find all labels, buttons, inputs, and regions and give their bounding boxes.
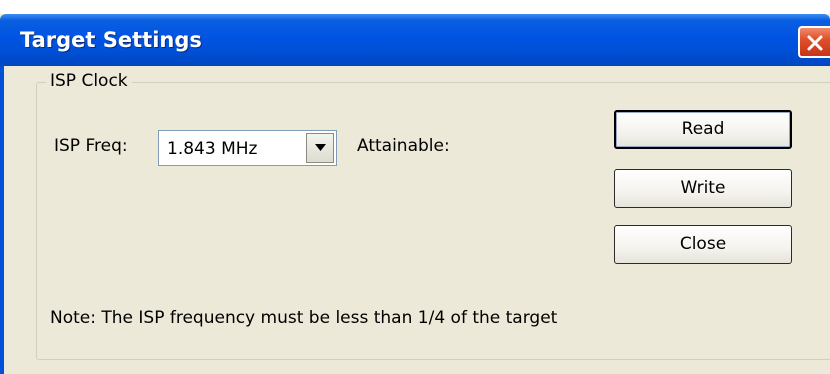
title-bar[interactable]: Target Settings <box>0 14 830 66</box>
close-icon <box>807 35 823 51</box>
window-title: Target Settings <box>20 28 202 52</box>
background-window-strip <box>0 0 830 14</box>
chevron-down-icon <box>315 144 326 151</box>
isp-freq-dropdown[interactable]: 1.843 MHz <box>158 130 337 166</box>
write-button[interactable]: Write <box>614 169 792 208</box>
dropdown-arrow-button[interactable] <box>306 133 334 163</box>
isp-frequency-note: Note: The ISP frequency must be less tha… <box>50 308 558 328</box>
isp-freq-label: ISP Freq: <box>54 136 128 156</box>
isp-freq-value: 1.843 MHz <box>167 139 258 159</box>
window-frame-left <box>0 66 4 374</box>
attainable-label: Attainable: <box>357 136 450 156</box>
screen: Target Settings ISP Clock ISP Freq: 1.84… <box>0 0 830 374</box>
target-settings-dialog: Target Settings ISP Clock ISP Freq: 1.84… <box>0 14 830 374</box>
read-button[interactable]: Read <box>614 110 792 149</box>
isp-clock-group-label: ISP Clock <box>46 71 132 91</box>
close-button[interactable]: Close <box>614 225 792 264</box>
close-window-button[interactable] <box>798 26 830 58</box>
